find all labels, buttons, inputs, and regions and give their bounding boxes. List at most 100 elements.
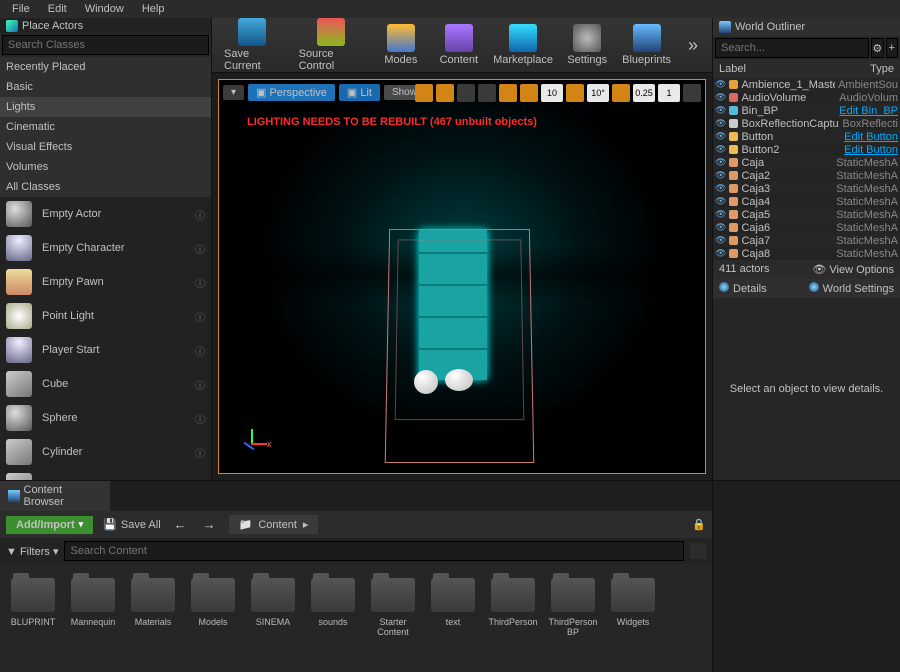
visibility-icon[interactable]: 👁 <box>715 144 726 155</box>
outliner-row[interactable]: 👁Caja7StaticMeshA <box>713 234 900 247</box>
toolbar-blueprints[interactable]: Blueprints <box>619 22 674 68</box>
actor-cube[interactable]: Cubeⓘ <box>0 367 211 401</box>
category-basic[interactable]: Basic <box>0 77 211 97</box>
actor-cone[interactable]: Coneⓘ <box>0 469 211 480</box>
toolbar-more-icon[interactable]: » <box>680 31 706 60</box>
save-all-button[interactable]: 💾 Save All <box>103 518 160 531</box>
nav-fwd-icon[interactable]: → <box>200 517 219 532</box>
visibility-icon[interactable]: 👁 <box>715 118 726 129</box>
folder-sinema[interactable]: SINEMA <box>250 578 296 658</box>
category-all-classes[interactable]: All Classes <box>0 177 211 197</box>
outliner-type[interactable]: Edit Bin_BP <box>839 105 898 117</box>
folder-bluprint[interactable]: BLUPRINT <box>10 578 56 658</box>
outliner-row[interactable]: 👁Caja5StaticMeshA <box>713 208 900 221</box>
viewport-menu-ham[interactable]: ▾ <box>223 85 244 100</box>
visibility-icon[interactable]: 👁 <box>715 105 726 116</box>
menu-window[interactable]: Window <box>77 1 132 17</box>
actor-empty-character[interactable]: Empty Characterⓘ <box>0 231 211 265</box>
vp-grid-snap-icon[interactable] <box>520 84 538 102</box>
content-save-search-icon[interactable] <box>690 543 706 559</box>
actor-point-light[interactable]: Point Lightⓘ <box>0 299 211 333</box>
folder-text[interactable]: text <box>430 578 476 658</box>
actor-cylinder[interactable]: Cylinderⓘ <box>0 435 211 469</box>
content-browser-tab[interactable]: Content Browser <box>0 481 110 511</box>
folder-mannequin[interactable]: Mannequin <box>70 578 116 658</box>
actor-empty-pawn[interactable]: Empty Pawnⓘ <box>0 265 211 299</box>
vp-scale-snap-icon[interactable] <box>612 84 630 102</box>
visibility-icon[interactable]: 👁 <box>715 170 726 181</box>
details-tab[interactable]: Details <box>719 282 767 295</box>
visibility-icon[interactable]: 👁 <box>715 183 726 194</box>
outliner-row[interactable]: 👁Caja8StaticMeshA <box>713 247 900 260</box>
info-icon[interactable]: ⓘ <box>195 275 205 290</box>
folder-thirdperson-bp[interactable]: ThirdPersonBP <box>550 578 596 658</box>
vp-globe-icon[interactable] <box>478 84 496 102</box>
outliner-row[interactable]: 👁Bin_BPEdit Bin_BP <box>713 104 900 117</box>
folder-sounds[interactable]: sounds <box>310 578 356 658</box>
outliner-col-type[interactable]: Type <box>870 63 894 75</box>
vp-grid-snap-value[interactable]: 10 <box>541 84 563 102</box>
visibility-icon[interactable]: 👁 <box>715 131 726 142</box>
visibility-icon[interactable]: 👁 <box>715 196 726 207</box>
vp-angle-snap-icon[interactable] <box>566 84 584 102</box>
menu-edit[interactable]: Edit <box>40 1 75 17</box>
outliner-add-icon[interactable]: + <box>886 38 899 58</box>
vp-scale-snap-value[interactable]: 0.25 <box>633 84 655 102</box>
info-icon[interactable]: ⓘ <box>195 241 205 256</box>
folder-models[interactable]: Models <box>190 578 236 658</box>
outliner-row[interactable]: 👁Caja4StaticMeshA <box>713 195 900 208</box>
toolbar-content[interactable]: Content <box>433 22 485 68</box>
vp-grid-icon[interactable] <box>499 84 517 102</box>
filters-button[interactable]: ▼ Filters ▾ <box>6 545 58 558</box>
visibility-icon[interactable]: 👁 <box>715 209 726 220</box>
vp-angle-snap-value[interactable]: 10° <box>587 84 609 102</box>
category-cinematic[interactable]: Cinematic <box>0 117 211 137</box>
outliner-view-options[interactable]: 👁 View Options <box>812 263 894 276</box>
visibility-icon[interactable]: 👁 <box>715 235 726 246</box>
outliner-col-label[interactable]: Label <box>719 63 870 75</box>
folder-thirdperson[interactable]: ThirdPerson <box>490 578 536 658</box>
info-icon[interactable]: ⓘ <box>195 309 205 324</box>
viewport-perspective[interactable]: ▣Perspective <box>248 84 335 101</box>
folder-starter-content[interactable]: StarterContent <box>370 578 416 658</box>
category-recently-placed[interactable]: Recently Placed <box>0 57 211 77</box>
info-icon[interactable]: ⓘ <box>195 377 205 392</box>
toolbar-settings[interactable]: Settings <box>561 22 613 68</box>
outliner-row[interactable]: 👁BoxReflectionCapturBoxReflecti <box>713 117 900 130</box>
viewport-lit[interactable]: ▣Lit <box>339 84 380 101</box>
info-icon[interactable]: ⓘ <box>195 343 205 358</box>
info-icon[interactable]: ⓘ <box>195 445 205 460</box>
vp-cam-speed[interactable]: 1 <box>658 84 680 102</box>
actor-sphere[interactable]: Sphereⓘ <box>0 401 211 435</box>
actor-player-start[interactable]: Player Startⓘ <box>0 333 211 367</box>
actor-empty-actor[interactable]: Empty Actorⓘ <box>0 197 211 231</box>
outliner-options-icon[interactable]: ⚙ <box>871 38 884 58</box>
outliner-row[interactable]: 👁Ambience_1_MasteriAmbientSou <box>713 78 900 91</box>
menu-help[interactable]: Help <box>134 1 173 17</box>
vp-maximize-icon[interactable] <box>683 84 701 102</box>
visibility-icon[interactable]: 👁 <box>715 157 726 168</box>
outliner-row[interactable]: 👁AudioVolumeAudioVolum <box>713 91 900 104</box>
nav-back-icon[interactable]: ← <box>171 517 190 532</box>
vp-coord-icon[interactable] <box>436 84 454 102</box>
place-actors-search[interactable] <box>2 35 209 55</box>
outliner-row[interactable]: 👁Caja6StaticMeshA <box>713 221 900 234</box>
add-import-button[interactable]: Add/Import <box>6 516 93 534</box>
category-volumes[interactable]: Volumes <box>0 157 211 177</box>
outliner-row[interactable]: 👁Caja3StaticMeshA <box>713 182 900 195</box>
content-search[interactable] <box>64 541 684 561</box>
folder-materials[interactable]: Materials <box>130 578 176 658</box>
visibility-icon[interactable]: 👁 <box>715 248 726 259</box>
world-settings-tab[interactable]: World Settings <box>809 282 894 295</box>
outliner-row[interactable]: 👁Caja2StaticMeshA <box>713 169 900 182</box>
visibility-icon[interactable]: 👁 <box>715 79 726 90</box>
toolbar-modes[interactable]: Modes <box>375 22 427 68</box>
toolbar-marketplace[interactable]: Marketplace <box>491 22 555 68</box>
outliner-type[interactable]: Edit Button <box>844 144 898 156</box>
info-icon[interactable]: ⓘ <box>195 207 205 222</box>
outliner-search[interactable] <box>715 38 869 58</box>
outliner-row[interactable]: 👁ButtonEdit Button <box>713 130 900 143</box>
info-icon[interactable]: ⓘ <box>195 411 205 426</box>
toolbar-save-current[interactable]: Save Current <box>218 16 287 74</box>
toolbar-source-control[interactable]: Source Control <box>293 16 369 74</box>
